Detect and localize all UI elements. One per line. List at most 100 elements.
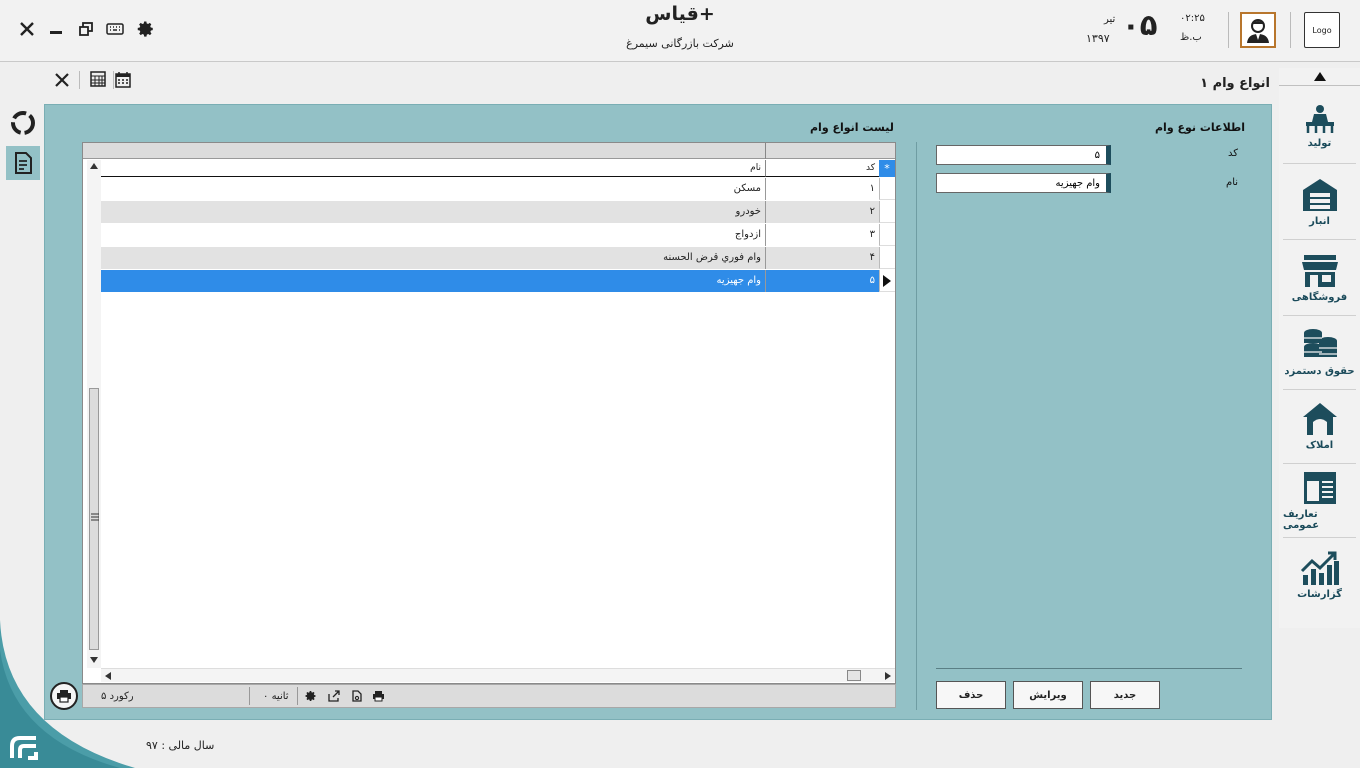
user-icon xyxy=(1247,19,1269,43)
refresh-button[interactable] xyxy=(6,106,40,140)
cell-code[interactable]: ۲ xyxy=(766,201,879,223)
scrollbar-thumb[interactable] xyxy=(847,670,861,681)
divider xyxy=(249,687,250,705)
row-indicator[interactable] xyxy=(879,178,895,200)
cell-code[interactable]: ۱ xyxy=(766,178,879,200)
app-logo-icon xyxy=(10,736,38,760)
nav-item-reports[interactable]: گزارشات xyxy=(1283,538,1356,612)
column-header-name[interactable]: نام xyxy=(101,160,766,177)
nav-label: تولید xyxy=(1307,138,1332,149)
definitions-icon xyxy=(1303,471,1336,504)
code-label: کد xyxy=(1228,148,1239,159)
nav-item-property[interactable]: املاک xyxy=(1283,390,1356,464)
name-input[interactable] xyxy=(936,173,1111,193)
row-indicator[interactable] xyxy=(879,247,895,269)
time-display: ۰۲:۲۵ xyxy=(1180,13,1205,24)
restore-icon xyxy=(79,22,93,36)
export-button[interactable] xyxy=(328,690,340,705)
new-button[interactable]: جدید xyxy=(1090,681,1160,709)
grid-group-band xyxy=(83,143,895,159)
close-page-button[interactable] xyxy=(52,70,72,90)
user-avatar[interactable] xyxy=(1240,12,1276,48)
cell-name[interactable]: خودرو xyxy=(101,201,766,223)
delete-button[interactable]: حذف xyxy=(936,681,1006,709)
payroll-icon xyxy=(1303,329,1337,357)
company-name: شرکت بازرگانی سیمرغ xyxy=(626,37,734,50)
list-title: لیست انواع وام xyxy=(810,121,894,134)
calendar-icon xyxy=(115,72,131,88)
reports-icon xyxy=(1300,551,1339,585)
document-tab[interactable] xyxy=(6,146,40,180)
nav-label: تعاریف عمومی xyxy=(1283,508,1320,531)
table-row[interactable]: مسکن ۱ xyxy=(101,178,879,200)
close-window-button[interactable] xyxy=(16,18,38,40)
close-icon xyxy=(20,22,34,36)
restore-button[interactable] xyxy=(75,18,97,40)
nav-label: فروشگاهی xyxy=(1291,292,1348,303)
grid-status-bar: ۵ رکورد ۰ ثانیه xyxy=(82,684,896,708)
table-row[interactable]: وام فوري قرض الحسنه ۴ xyxy=(101,247,879,269)
edit-button[interactable]: ویرایش xyxy=(1013,681,1083,709)
minimize-button[interactable] xyxy=(45,18,67,40)
row-indicator[interactable] xyxy=(879,270,895,292)
scroll-right-icon xyxy=(885,672,891,680)
minimize-icon xyxy=(50,31,62,34)
date-day: ۰۵ xyxy=(1122,8,1158,42)
row-indicator[interactable] xyxy=(879,201,895,223)
code-input[interactable] xyxy=(936,145,1111,165)
app-logo xyxy=(6,728,42,764)
scroll-up-button[interactable] xyxy=(1279,68,1360,86)
cell-name[interactable]: مسکن xyxy=(101,178,766,200)
vertical-scrollbar[interactable] xyxy=(87,160,101,668)
horizontal-scrollbar[interactable] xyxy=(101,668,895,682)
settings-button[interactable] xyxy=(135,18,157,40)
gear-icon xyxy=(137,21,153,37)
table-row[interactable]: ازدواج ۳ xyxy=(101,224,879,246)
table-row[interactable]: وام جهیزیه ۵ xyxy=(101,270,879,292)
calculator-button[interactable] xyxy=(90,71,110,91)
scroll-up-icon xyxy=(90,163,98,169)
nav-item-store[interactable]: فروشگاهی xyxy=(1283,242,1356,316)
divider xyxy=(936,668,1242,669)
nav-item-production[interactable]: تولید xyxy=(1283,90,1356,164)
cell-name[interactable]: ازدواج xyxy=(101,224,766,246)
print-button[interactable] xyxy=(372,690,385,705)
triangle-up-icon xyxy=(1313,72,1326,81)
form-title: اطلاعات نوع وام xyxy=(1155,121,1246,134)
nav-label: انبار xyxy=(1309,216,1330,227)
nav-item-payroll[interactable]: حقوق دستمزد xyxy=(1283,316,1356,390)
nav-label: املاک xyxy=(1305,440,1334,451)
keyboard-button[interactable] xyxy=(104,18,126,40)
new-row-marker[interactable]: * xyxy=(879,160,895,177)
query-timer: ۰ ثانیه xyxy=(263,691,289,702)
time-ampm: ب.ظ xyxy=(1180,32,1202,43)
calendar-button[interactable] xyxy=(114,70,134,90)
scrollbar-thumb[interactable] xyxy=(89,388,99,650)
cell-code[interactable]: ۵ xyxy=(766,270,879,292)
cell-code[interactable]: ۴ xyxy=(766,247,879,269)
nav-label: گزارشات xyxy=(1297,588,1342,600)
cell-name[interactable]: وام جهیزیه xyxy=(101,270,766,292)
date-year: ۱۳۹۷ xyxy=(1086,32,1110,45)
cell-code[interactable]: ۳ xyxy=(766,224,879,246)
print-preview-button[interactable] xyxy=(351,690,363,705)
store-icon xyxy=(1301,255,1338,287)
document-icon xyxy=(15,152,32,174)
table-row[interactable]: خودرو ۲ xyxy=(101,201,879,223)
grid-settings-button[interactable] xyxy=(305,690,317,705)
column-header-code[interactable]: کد xyxy=(766,160,879,177)
row-indicator[interactable] xyxy=(879,224,895,246)
gear-icon xyxy=(305,691,316,702)
date-display: ۰۵ تیر ۱۳۹۷ xyxy=(1084,8,1164,50)
loan-types-grid: * نام کد مسکن ۱ خودرو ۲ ازدواج ۳ وام فوري قرض … xyxy=(82,142,896,684)
production-icon xyxy=(1305,105,1334,133)
cell-name[interactable]: وام فوري قرض الحسنه xyxy=(101,247,766,269)
nav-item-definitions[interactable]: تعاریف عمومی xyxy=(1283,464,1356,538)
nav-item-warehouse[interactable]: انبار xyxy=(1283,166,1356,240)
warehouse-icon xyxy=(1302,179,1337,211)
print-preview-icon xyxy=(352,690,362,702)
date-month: تیر xyxy=(1104,14,1116,25)
divider xyxy=(1228,12,1229,48)
current-row-icon xyxy=(883,275,891,287)
calculator-icon xyxy=(90,71,106,87)
